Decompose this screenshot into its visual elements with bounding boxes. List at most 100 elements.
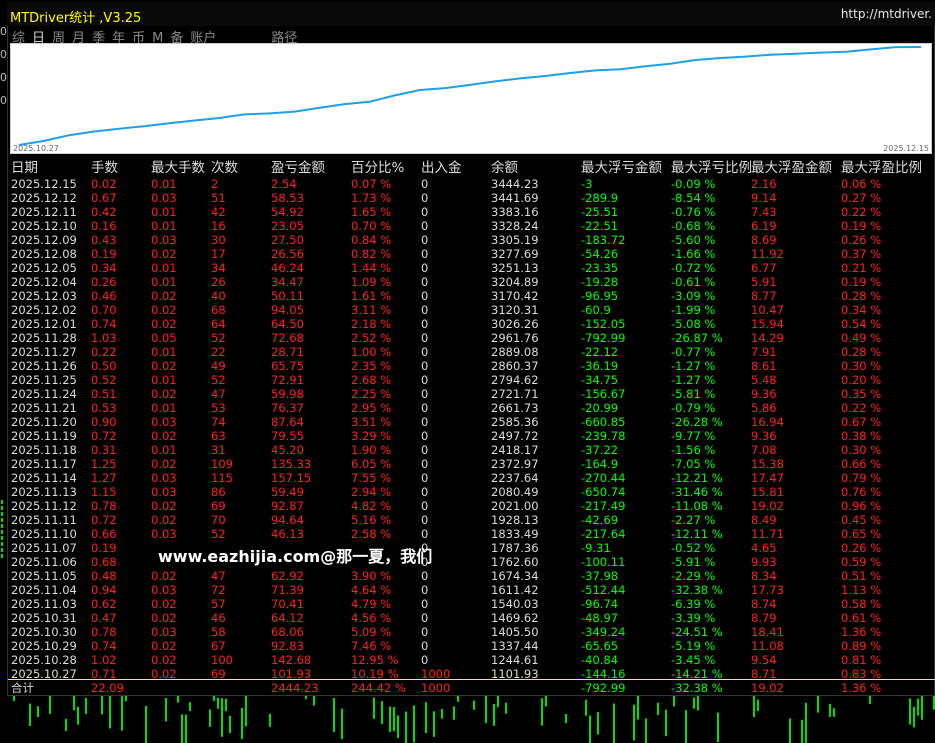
cell-balance: 2889.08 (491, 345, 539, 359)
cell-max-float-profit: 15.94 (751, 317, 784, 331)
cell-profit: 46.13 (271, 527, 304, 541)
left-edge-label: 0 (0, 25, 7, 38)
table-row: 2025.12.02 0.70 0.02 68 94.05 3.11 % 0 3120.31 -… (11, 303, 933, 317)
cell-max-float-profit: 8.61 (751, 359, 777, 373)
cell-max-float-loss: -152.05 (581, 317, 626, 331)
cell-lots: 0.51 (91, 387, 117, 401)
cell-date: 2025.12.04 (11, 275, 77, 289)
cell-max-lots: 0.02 (151, 653, 177, 667)
cell-balance: 3204.89 (491, 275, 539, 289)
cell-max-float-profit-pct: 0.34 % (841, 303, 882, 317)
column-header-deposit[interactable]: 出入金 (421, 160, 491, 177)
cell-count: 63 (211, 429, 226, 443)
cell-percent: 5.09 % (351, 625, 392, 639)
cell-max-float-loss: -34.75 (581, 373, 619, 387)
cell-balance: 1833.49 (491, 527, 539, 541)
cell-profit: 50.11 (271, 289, 304, 303)
total-balance (491, 681, 581, 695)
cell-lots: 0.26 (91, 275, 117, 289)
column-header-lots[interactable]: 手数 (91, 160, 151, 177)
cell-deposit: 0 (421, 289, 429, 303)
table-row: 2025.11.20 0.90 0.03 74 87.64 3.51 % 0 2585.36 -… (11, 415, 933, 429)
cell-max-lots: 0.02 (151, 639, 177, 653)
cell-profit: 23.05 (271, 219, 304, 233)
cell-date: 2025.11.17 (11, 457, 77, 471)
cell-max-float-profit: 7.43 (751, 205, 777, 219)
table-header-row: 日期 手数 最大手数 次数 盈亏金额 百分比% 出入金 余额 最大浮亏金额 最大浮亏比例 最大浮盈金… (11, 160, 933, 177)
total-max-float-loss: -792.99 (581, 681, 626, 695)
table-row: 2025.11.05 0.48 0.02 47 62.92 3.90 % 0 1674.34 -… (11, 569, 933, 583)
column-header-max-float-profit[interactable]: 最大浮盈金额 (751, 160, 841, 177)
totals-divider (8, 679, 935, 680)
cell-percent: 2.52 % (351, 331, 392, 345)
equity-curve-line (18, 46, 922, 146)
table-row: 2025.11.28 1.03 0.05 52 72.68 2.52 % 0 2961.76 -… (11, 331, 933, 345)
cell-max-float-loss: -289.9 (581, 191, 619, 205)
cell-count: 69 (211, 499, 226, 513)
cell-max-float-loss: -60.9 (581, 303, 611, 317)
cell-max-float-profit: 7.08 (751, 443, 777, 457)
cell-lots: 1.03 (91, 331, 117, 345)
cell-max-float-loss-pct: -5.81 % (671, 387, 716, 401)
table-row: 2025.12.12 0.67 0.03 51 58.53 1.73 % 0 3441.69 -… (11, 191, 933, 205)
cell-profit: 2.54 (271, 177, 297, 191)
cell-max-float-loss-pct: -11.08 % (671, 499, 723, 513)
cell-max-float-loss-pct: -12.11 % (671, 527, 723, 541)
table-row: 2025.12.03 0.46 0.02 40 50.11 1.61 % 0 3170.42 -… (11, 289, 933, 303)
cell-deposit: 0 (421, 317, 429, 331)
column-header-max-float-loss[interactable]: 最大浮亏金额 (581, 160, 671, 177)
column-header-date[interactable]: 日期 (11, 160, 91, 177)
cell-max-float-profit-pct: 0.61 % (841, 611, 882, 625)
left-edge-label: 0 (0, 94, 7, 107)
cell-max-float-loss: -37.98 (581, 569, 619, 583)
column-header-count[interactable]: 次数 (211, 160, 271, 177)
column-header-percent[interactable]: 百分比% (351, 160, 421, 177)
cell-profit: 62.92 (271, 569, 304, 583)
cell-date: 2025.12.11 (11, 205, 77, 219)
equity-end-date: 2025.12.15 (883, 144, 929, 153)
cell-max-float-loss: -42.69 (581, 513, 619, 527)
cell-lots: 0.72 (91, 513, 117, 527)
cell-date: 2025.11.27 (11, 345, 77, 359)
website-link[interactable]: http://mtdriver. (841, 7, 932, 21)
cell-max-float-loss: -25.51 (581, 205, 619, 219)
cell-max-lots: 0.05 (151, 331, 177, 345)
cell-max-float-loss: -100.11 (581, 555, 626, 569)
cell-max-lots: 0.01 (151, 345, 177, 359)
cell-lots: 0.16 (91, 219, 117, 233)
cell-count: 17 (211, 247, 226, 261)
cell-profit: 71.39 (271, 583, 304, 597)
cell-deposit: 0 (421, 177, 429, 191)
cell-date: 2025.10.30 (11, 625, 77, 639)
cell-max-float-profit-pct: 1.36 % (841, 625, 882, 639)
cell-profit: 27.50 (271, 233, 304, 247)
cell-max-float-loss: -96.95 (581, 289, 619, 303)
cell-percent: 0.84 % (351, 233, 392, 247)
table-row: 2025.11.18 0.31 0.01 31 45.20 1.90 % 0 2418.17 -… (11, 443, 933, 457)
column-header-balance[interactable]: 余额 (491, 160, 581, 177)
cell-max-float-profit-pct: 0.54 % (841, 317, 882, 331)
cell-max-float-loss-pct: -5.91 % (671, 555, 716, 569)
cell-balance: 3444.23 (491, 177, 539, 191)
cell-max-float-profit: 17.47 (751, 471, 784, 485)
column-header-max-lots[interactable]: 最大手数 (151, 160, 211, 177)
column-header-profit[interactable]: 盈亏金额 (271, 160, 351, 177)
left-edge-label: 0 (0, 71, 7, 84)
cell-date: 2025.11.07 (11, 541, 77, 555)
cell-max-float-profit: 8.69 (751, 233, 777, 247)
cell-deposit: 0 (421, 205, 429, 219)
cell-date: 2025.11.05 (11, 569, 77, 583)
cell-percent: 0.70 % (351, 219, 392, 233)
cell-percent: 2.25 % (351, 387, 392, 401)
cell-max-float-profit: 15.38 (751, 457, 784, 471)
cell-max-float-profit-pct: 0.21 % (841, 261, 882, 275)
cell-balance: 2860.37 (491, 359, 539, 373)
column-header-max-float-loss-pct[interactable]: 最大浮亏比例 (671, 160, 752, 177)
cell-max-float-loss-pct: -2.27 % (671, 513, 716, 527)
cell-max-float-loss-pct: -5.08 % (671, 317, 716, 331)
cell-deposit: 0 (421, 191, 429, 205)
cell-date: 2025.12.09 (11, 233, 77, 247)
column-header-max-float-profit-pct[interactable]: 最大浮盈比例 (841, 160, 933, 177)
cell-lots: 0.67 (91, 191, 117, 205)
cell-lots: 1.15 (91, 485, 117, 499)
